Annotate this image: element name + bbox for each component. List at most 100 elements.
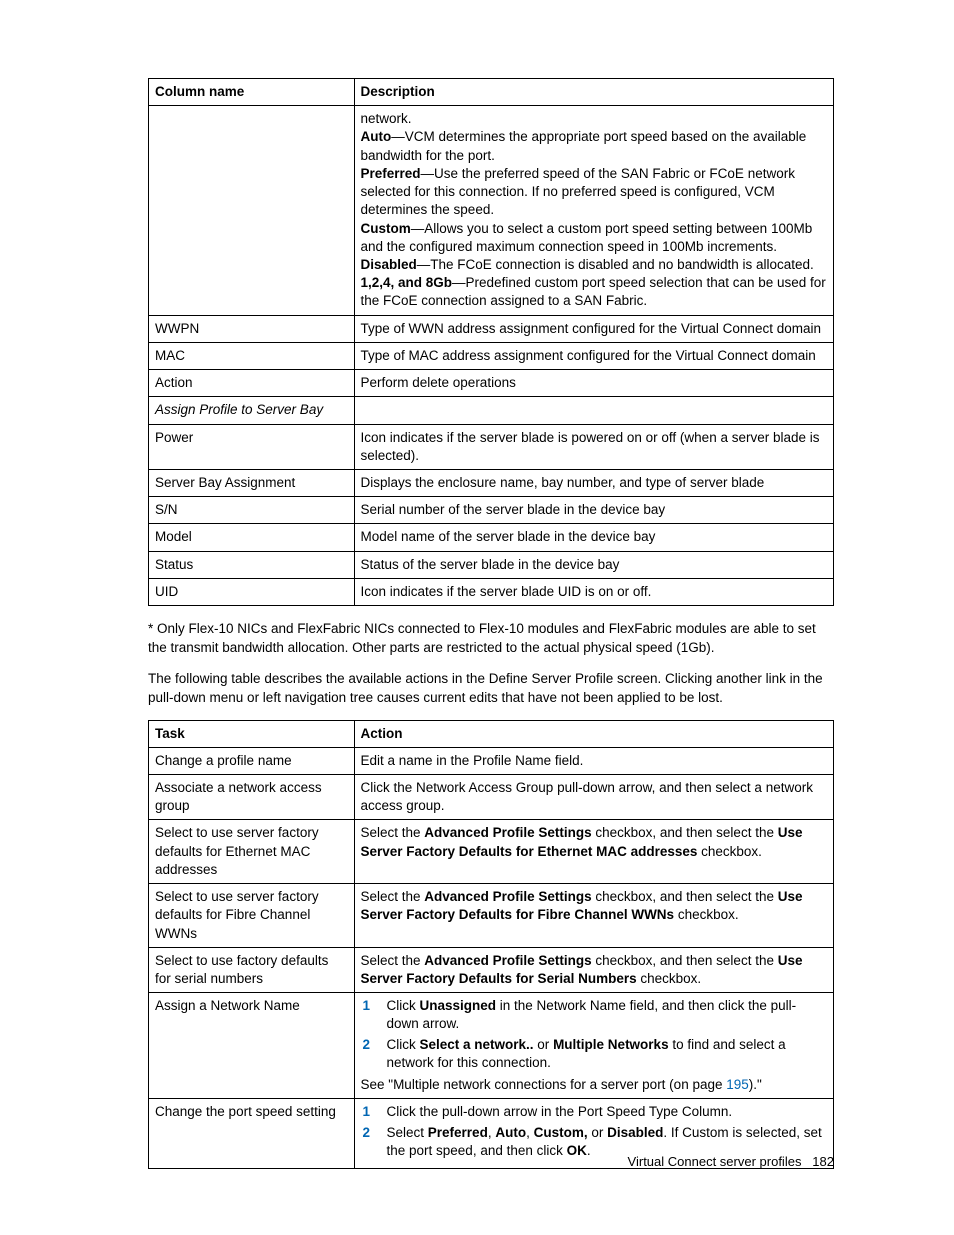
txt-bold: Advanced Profile Settings <box>424 889 591 904</box>
table1-header-col1: Column name <box>149 79 355 106</box>
cell-col2: Status of the server blade in the device… <box>354 551 834 578</box>
cell-col1: Server Bay Assignment <box>149 469 355 496</box>
txt-bold: Preferred <box>428 1125 488 1140</box>
txt: checkbox. <box>697 844 762 859</box>
txt: Select the <box>361 953 425 968</box>
txt: checkbox. <box>674 907 739 922</box>
table2-header-col2: Action <box>354 720 834 747</box>
table-row: Status Status of the server blade in the… <box>149 551 834 578</box>
table-row: Server Bay Assignment Displays the enclo… <box>149 469 834 496</box>
desc-text: —VCM determines the appropriate port spe… <box>361 129 807 162</box>
columns-table: Column name Description network. Auto—VC… <box>148 78 834 606</box>
table-row: Model Model name of the server blade in … <box>149 524 834 551</box>
cell-col1: MAC <box>149 342 355 369</box>
txt: Select <box>387 1125 428 1140</box>
label-bold: Custom <box>361 221 411 236</box>
step: Click the pull-down arrow in the Port Sp… <box>383 1103 828 1121</box>
table-row: S/N Serial number of the server blade in… <box>149 497 834 524</box>
txt: See "Multiple network connections for a … <box>361 1077 727 1092</box>
cell-col2: Model name of the server blade in the de… <box>354 524 834 551</box>
cell-task: Select to use factory defaults for seria… <box>149 947 355 992</box>
txt-bold: Unassigned <box>420 998 497 1013</box>
label-bold: Preferred <box>361 166 421 181</box>
page-footer: Virtual Connect server profiles 182 <box>628 1153 834 1171</box>
txt: or <box>588 1125 608 1140</box>
cell-action: Select the Advanced Profile Settings che… <box>354 947 834 992</box>
txt-bold: OK <box>567 1143 587 1158</box>
txt-bold: Select a network.. <box>420 1037 534 1052</box>
table-row: UID Icon indicates if the server blade U… <box>149 578 834 605</box>
txt: )." <box>749 1077 762 1092</box>
table-row: Power Icon indicates if the server blade… <box>149 424 834 469</box>
cell-task: Assign a Network Name <box>149 993 355 1099</box>
txt-bold: Multiple Networks <box>553 1037 669 1052</box>
txt-bold: Auto <box>495 1125 526 1140</box>
table-row: Associate a network access group Click t… <box>149 775 834 820</box>
desc-text: —The FCoE connection is disabled and no … <box>417 257 814 272</box>
table2-header-col1: Task <box>149 720 355 747</box>
cell-col1: S/N <box>149 497 355 524</box>
cell-action: Click the Network Access Group pull-down… <box>354 775 834 820</box>
txt: Click <box>387 998 420 1013</box>
cell-col2: Serial number of the server blade in the… <box>354 497 834 524</box>
cell-task: Change the port speed setting <box>149 1099 355 1169</box>
label-bold: 1,2,4, and 8Gb <box>361 275 453 290</box>
cell-task: Associate a network access group <box>149 775 355 820</box>
txt: checkbox. <box>637 971 702 986</box>
label-bold: Disabled <box>361 257 417 272</box>
footnote: * Only Flex-10 NICs and FlexFabric NICs … <box>148 620 834 658</box>
cell-col2 <box>354 397 834 424</box>
table1-header-col2: Description <box>354 79 834 106</box>
page-link[interactable]: 195 <box>726 1077 749 1092</box>
txt: Select the <box>361 889 425 904</box>
txt-bold: Disabled <box>607 1125 663 1140</box>
txt: . <box>587 1143 591 1158</box>
cell-action: Select the Advanced Profile Settings che… <box>354 820 834 884</box>
numbered-steps: Click the pull-down arrow in the Port Sp… <box>361 1103 828 1160</box>
cell-col2: Type of MAC address assignment configure… <box>354 342 834 369</box>
step: Click Unassigned in the Network Name fie… <box>383 997 828 1033</box>
table-row: Change a profile name Edit a name in the… <box>149 747 834 774</box>
cell-col1: UID <box>149 578 355 605</box>
txt: checkbox, and then select the <box>592 825 778 840</box>
txt: checkbox, and then select the <box>592 889 778 904</box>
txt-bold: Advanced Profile Settings <box>424 953 591 968</box>
cell-action: Edit a name in the Profile Name field. <box>354 747 834 774</box>
cell-action: Click Unassigned in the Network Name fie… <box>354 993 834 1099</box>
label-bold: Auto <box>361 129 392 144</box>
txt: Click <box>387 1037 420 1052</box>
numbered-steps: Click Unassigned in the Network Name fie… <box>361 997 828 1072</box>
cell-task: Select to use server factory defaults fo… <box>149 820 355 884</box>
txt: Select the <box>361 825 425 840</box>
cell-col2: network. Auto—VCM determines the appropr… <box>354 106 834 315</box>
table-row: network. Auto—VCM determines the appropr… <box>149 106 834 315</box>
intro-paragraph: The following table describes the availa… <box>148 670 834 708</box>
cell-col1: Assign Profile to Server Bay <box>149 397 355 424</box>
cell-col2: Icon indicates if the server blade UID i… <box>354 578 834 605</box>
desc-text: —Allows you to select a custom port spee… <box>361 221 813 254</box>
table-row: Select to use server factory defaults fo… <box>149 820 834 884</box>
txt-bold: Custom, <box>534 1125 588 1140</box>
cell-col1: Status <box>149 551 355 578</box>
page-content: Column name Description network. Auto—VC… <box>0 0 954 1235</box>
desc-text: —Use the preferred speed of the SAN Fabr… <box>361 166 795 217</box>
txt: , <box>526 1125 534 1140</box>
page-number: 182 <box>812 1154 834 1169</box>
table-row: Select to use factory defaults for seria… <box>149 947 834 992</box>
cell-col2: Icon indicates if the server blade is po… <box>354 424 834 469</box>
cell-col2: Perform delete operations <box>354 370 834 397</box>
cell-task: Change a profile name <box>149 747 355 774</box>
desc-text: network. <box>361 111 412 126</box>
step: Click Select a network.. or Multiple Net… <box>383 1036 828 1072</box>
cell-col1: Action <box>149 370 355 397</box>
cell-col1: Power <box>149 424 355 469</box>
cell-task: Select to use server factory defaults fo… <box>149 884 355 948</box>
table-row: WWPN Type of WWN address assignment conf… <box>149 315 834 342</box>
txt: checkbox, and then select the <box>592 953 778 968</box>
table-row: Assign Profile to Server Bay <box>149 397 834 424</box>
see-note: See "Multiple network connections for a … <box>361 1076 828 1094</box>
cell-col2: Displays the enclosure name, bay number,… <box>354 469 834 496</box>
table-row: MAC Type of MAC address assignment confi… <box>149 342 834 369</box>
footer-text: Virtual Connect server profiles <box>628 1154 802 1169</box>
cell-col1: Model <box>149 524 355 551</box>
